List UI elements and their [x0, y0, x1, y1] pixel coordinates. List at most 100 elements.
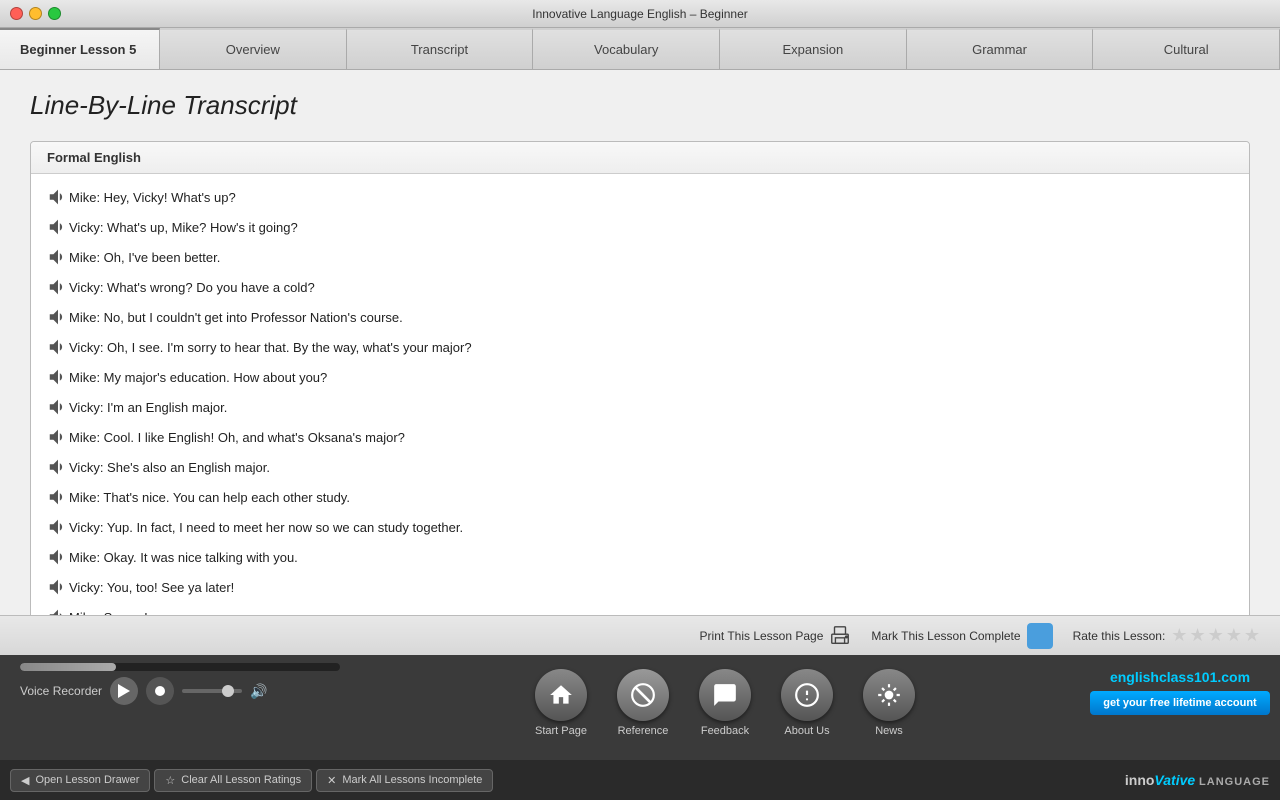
volume-slider[interactable] [182, 689, 242, 693]
print-icon [829, 625, 851, 647]
complete-button[interactable] [1027, 623, 1053, 649]
star-1[interactable]: ★ [1171, 625, 1187, 646]
nav-reference[interactable]: Reference [617, 669, 669, 737]
transcript-line: Mike: That's nice. You can help each oth… [31, 482, 1249, 512]
speaker-icon[interactable] [47, 486, 69, 508]
transcript-header: Formal English [31, 142, 1249, 174]
minimize-button[interactable] [29, 7, 42, 20]
transcript-line: Vicky: She's also an English major. [31, 452, 1249, 482]
news-label: News [875, 725, 903, 737]
print-action[interactable]: Print This Lesson Page [700, 625, 852, 647]
speaker-icon[interactable] [47, 426, 69, 448]
promo-site: englishclass101.com [1090, 669, 1270, 685]
titlebar: Innovative Language English – Beginner [0, 0, 1280, 28]
speaker-icon[interactable] [47, 246, 69, 268]
news-icon [863, 669, 915, 721]
tab-grammar[interactable]: Grammar [907, 28, 1094, 69]
transcript-lines: Mike: Hey, Vicky! What's up? Vicky: What… [31, 174, 1249, 615]
about-us-label: About Us [784, 725, 829, 737]
nav-about-us[interactable]: About Us [781, 669, 833, 737]
maximize-button[interactable] [48, 7, 61, 20]
star-4[interactable]: ★ [1226, 625, 1242, 646]
nav-news[interactable]: News [863, 669, 915, 737]
progress-bar[interactable] [20, 663, 340, 671]
bottom-toolbar: Print This Lesson Page Mark This Lesson … [0, 615, 1280, 655]
tab-overview[interactable]: Overview [160, 28, 347, 69]
main-window: Beginner Lesson 5 Overview Transcript Vo… [0, 28, 1280, 800]
nav-icons: Start Page Reference Feedback About Us [370, 663, 1080, 737]
speaker-icon[interactable] [47, 456, 69, 478]
progress-fill [20, 663, 116, 671]
bottom-logo: innoVative LANGUAGE [1125, 772, 1270, 788]
speaker-icon[interactable] [47, 606, 69, 615]
play-button[interactable] [110, 677, 138, 705]
close-button[interactable] [10, 7, 23, 20]
speaker-icon[interactable] [47, 186, 69, 208]
transcript-line: Mike: Oh, I've been better. [31, 242, 1249, 272]
speaker-icon[interactable] [47, 396, 69, 418]
clear-ratings-label: Clear All Lesson Ratings [181, 774, 301, 786]
transcript-line: Vicky: I'm an English major. [31, 392, 1249, 422]
promo-button[interactable]: get your free lifetime account [1090, 691, 1270, 715]
logo-inno: inno [1125, 772, 1155, 788]
window-title: Innovative Language English – Beginner [532, 7, 748, 21]
complete-label: Mark This Lesson Complete [871, 629, 1020, 643]
active-tab[interactable]: Beginner Lesson 5 [0, 28, 160, 69]
tab-transcript[interactable]: Transcript [347, 28, 534, 69]
volume-icon: 🔊 [250, 683, 267, 700]
tab-bar: Beginner Lesson 5 Overview Transcript Vo… [0, 28, 1280, 70]
speaker-icon[interactable] [47, 336, 69, 358]
transcript-line: Vicky: Oh, I see. I'm sorry to hear that… [31, 332, 1249, 362]
mark-incomplete-button[interactable]: ✕ Mark All Lessons Incomplete [316, 769, 493, 792]
speaker-icon[interactable] [47, 546, 69, 568]
star-5[interactable]: ★ [1244, 625, 1260, 646]
transcript-line: Mike: No, but I couldn't get into Profes… [31, 302, 1249, 332]
transcript-line: Vicky: Yup. In fact, I need to meet her … [31, 512, 1249, 542]
drawer-label: Open Lesson Drawer [35, 774, 139, 786]
recorder-label: Voice Recorder [20, 684, 102, 698]
transcript-box: Formal English Mike: Hey, Vicky! What's … [30, 141, 1250, 615]
speaker-icon[interactable] [47, 216, 69, 238]
transcript-line: Mike: See ya! [31, 602, 1249, 615]
content-area: Line-By-Line Transcript Formal English M… [0, 70, 1280, 615]
volume-thumb [222, 685, 234, 697]
logo-vative: Vative [1154, 772, 1195, 788]
feedback-icon [699, 669, 751, 721]
clear-ratings-button[interactable]: ☆ Clear All Lesson Ratings [154, 769, 312, 792]
start-page-icon [535, 669, 587, 721]
complete-action[interactable]: Mark This Lesson Complete [871, 623, 1052, 649]
speaker-icon[interactable] [47, 516, 69, 538]
transcript-line: Vicky: You, too! See ya later! [31, 572, 1249, 602]
transcript-line: Vicky: What's up, Mike? How's it going? [31, 212, 1249, 242]
mark-incomplete-label: Mark All Lessons Incomplete [342, 774, 482, 786]
speaker-icon[interactable] [47, 276, 69, 298]
star-3[interactable]: ★ [1208, 625, 1224, 646]
star-2[interactable]: ★ [1189, 625, 1205, 646]
stop-button[interactable] [146, 677, 174, 705]
tab-vocabulary[interactable]: Vocabulary [533, 28, 720, 69]
rate-action: Rate this Lesson: ★ ★ ★ ★ ★ [1073, 625, 1260, 646]
print-label: Print This Lesson Page [700, 629, 824, 643]
transcript-line: Mike: Okay. It was nice talking with you… [31, 542, 1249, 572]
tab-cultural[interactable]: Cultural [1093, 28, 1280, 69]
speaker-icon[interactable] [47, 306, 69, 328]
tab-expansion[interactable]: Expansion [720, 28, 907, 69]
bottom-bar: ◀ Open Lesson Drawer ☆ Clear All Lesson … [0, 760, 1280, 800]
transcript-line: Vicky: What's wrong? Do you have a cold? [31, 272, 1249, 302]
speaker-icon[interactable] [47, 576, 69, 598]
page-title: Line-By-Line Transcript [30, 90, 1250, 121]
feedback-label: Feedback [701, 725, 749, 737]
nav-feedback[interactable]: Feedback [699, 669, 751, 737]
transcript-line: Mike: My major's education. How about yo… [31, 362, 1249, 392]
speaker-icon[interactable] [47, 366, 69, 388]
reference-label: Reference [618, 725, 669, 737]
drawer-icon: ◀ [21, 774, 29, 787]
star-icon: ☆ [165, 774, 175, 787]
star-rating[interactable]: ★ ★ ★ ★ ★ [1171, 625, 1260, 646]
nav-start-page[interactable]: Start Page [535, 669, 587, 737]
transcript-line: Mike: Hey, Vicky! What's up? [31, 182, 1249, 212]
start-page-label: Start Page [535, 725, 587, 737]
player-left: Voice Recorder 🔊 [0, 663, 370, 705]
player-bar: Voice Recorder 🔊 Start Page [0, 655, 1280, 760]
open-lesson-drawer-button[interactable]: ◀ Open Lesson Drawer [10, 769, 150, 792]
